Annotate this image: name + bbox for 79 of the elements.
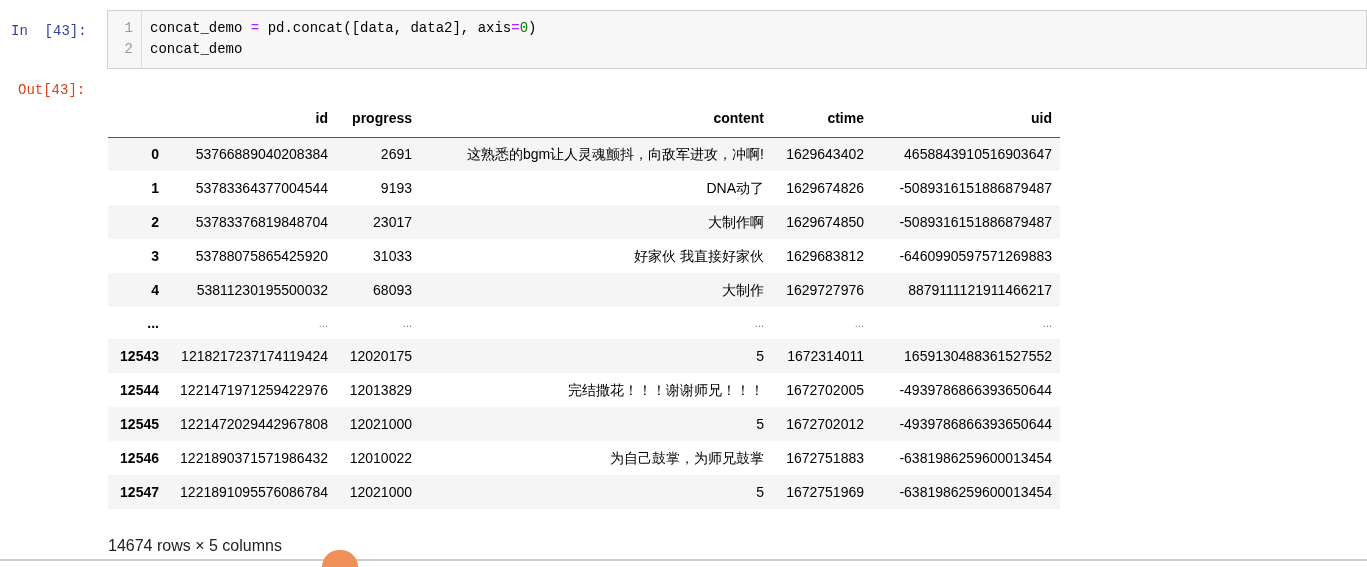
table-cell: 1672751883 bbox=[786, 449, 864, 466]
table-cell: 1218217237174119424 bbox=[181, 347, 328, 364]
table-cell: 12013829 bbox=[349, 381, 412, 398]
table-cell: DNA动了 bbox=[706, 179, 764, 196]
table-cell: ... bbox=[318, 316, 328, 329]
table-cell: 4658843910516903647 bbox=[904, 145, 1052, 162]
row-index: 3 bbox=[151, 247, 159, 264]
table-cell: 68093 bbox=[373, 281, 412, 298]
table-cell: 1629674826 bbox=[786, 179, 864, 196]
table-cell: 12020175 bbox=[349, 347, 412, 364]
code-cell[interactable]: 1 2 concat_demo = pd.concat([data, data2], axis=0) concat_demo bbox=[107, 10, 1367, 69]
table-cell: ... bbox=[402, 316, 412, 329]
table-cell: 好家伙 我直接好家伙 bbox=[634, 247, 764, 264]
input-prompt: In [43]: bbox=[11, 23, 87, 39]
table-cell: -4939786866393650644 bbox=[899, 381, 1052, 398]
table-cell: 1672751969 bbox=[786, 483, 864, 500]
column-header: id bbox=[315, 109, 328, 126]
table-cell: 这熟悉的bgm让人灵魂颤抖，向敌军进攻，冲啊! bbox=[466, 145, 764, 162]
table-cell: 53788075865425920 bbox=[195, 247, 328, 264]
table-cell: 12021000 bbox=[349, 415, 412, 432]
row-index: 12546 bbox=[120, 449, 159, 466]
table-cell: -5089316151886879487 bbox=[899, 213, 1052, 230]
table-cell: 53783364377004544 bbox=[195, 179, 328, 196]
table-cell: 1629674850 bbox=[786, 213, 864, 230]
table-cell: 为自己鼓掌，为师兄鼓掌 bbox=[610, 449, 764, 466]
table-cell: ... bbox=[1042, 316, 1052, 329]
table-cell: 1221890371571986432 bbox=[180, 449, 328, 466]
table-cell: -6381986259600013454 bbox=[899, 483, 1052, 500]
table-cell: -4939786866393650644 bbox=[899, 415, 1052, 432]
row-index: 2 bbox=[151, 213, 159, 230]
table-cell: -6381986259600013454 bbox=[899, 449, 1052, 466]
row-index: 12544 bbox=[120, 381, 159, 398]
table-cell: 大制作 bbox=[722, 281, 764, 298]
row-index: 12543 bbox=[120, 347, 159, 364]
table-cell: 53766889040208384 bbox=[195, 145, 328, 162]
table-cell: 完结撒花！！！谢谢师兄！！！ bbox=[568, 381, 764, 398]
row-index: 0 bbox=[151, 145, 159, 162]
table-cell: 12010022 bbox=[349, 449, 412, 466]
table-cell: 1629683812 bbox=[786, 247, 864, 264]
table-cell: 大制作啊 bbox=[708, 213, 764, 230]
row-index: 4 bbox=[151, 281, 159, 298]
code-line: concat_demo = pd.concat([data, data2], axis=0) bbox=[150, 19, 537, 38]
line-number: 2 bbox=[124, 40, 133, 59]
column-header: ctime bbox=[827, 109, 864, 126]
row-index: 12545 bbox=[120, 415, 159, 432]
table-cell: 1221472029442967808 bbox=[180, 415, 328, 432]
table-cell: -5089316151886879487 bbox=[899, 179, 1052, 196]
table-cell: ... bbox=[754, 316, 764, 329]
table-summary: 14674 rows × 5 columns bbox=[108, 537, 282, 554]
table-cell: 1672314011 bbox=[787, 347, 864, 364]
line-number: 1 bbox=[124, 19, 133, 38]
code-line: concat_demo bbox=[150, 40, 243, 59]
table-cell: 12021000 bbox=[349, 483, 412, 500]
row-index: ... bbox=[147, 314, 159, 331]
row-index: 12547 bbox=[120, 483, 159, 500]
table-cell: 5 bbox=[756, 415, 764, 432]
column-header: uid bbox=[1031, 109, 1052, 126]
table-cell: 1659130488361527552 bbox=[904, 347, 1052, 364]
table-cell: 1221891095576086784 bbox=[180, 483, 328, 500]
column-header: content bbox=[713, 109, 764, 126]
table-cell: 53811230195500032 bbox=[196, 281, 328, 298]
table-cell: 2691 bbox=[380, 145, 412, 162]
table-cell: ... bbox=[854, 316, 864, 329]
table-cell: 1221471971259422976 bbox=[180, 381, 328, 398]
table-cell: 31033 bbox=[373, 247, 412, 264]
table-cell: 23017 bbox=[373, 213, 412, 230]
table-cell: 53783376819848704 bbox=[195, 213, 328, 230]
table-cell: 1629727976 bbox=[786, 281, 864, 298]
table-cell: 1629643402 bbox=[786, 145, 864, 162]
table-cell: 5 bbox=[756, 483, 764, 500]
table-cell: -6460990597571269883 bbox=[899, 247, 1052, 264]
column-header: progress bbox=[352, 109, 412, 126]
table-cell: 1672702012 bbox=[786, 415, 864, 432]
table-cell: 9193 bbox=[380, 179, 412, 196]
table-cell: 1672702005 bbox=[786, 381, 864, 398]
table-cell: 8879111121911466217 bbox=[908, 281, 1052, 298]
table-cell: 5 bbox=[756, 347, 764, 364]
output-prompt: Out[43]: bbox=[18, 82, 86, 98]
row-index: 1 bbox=[151, 179, 159, 196]
